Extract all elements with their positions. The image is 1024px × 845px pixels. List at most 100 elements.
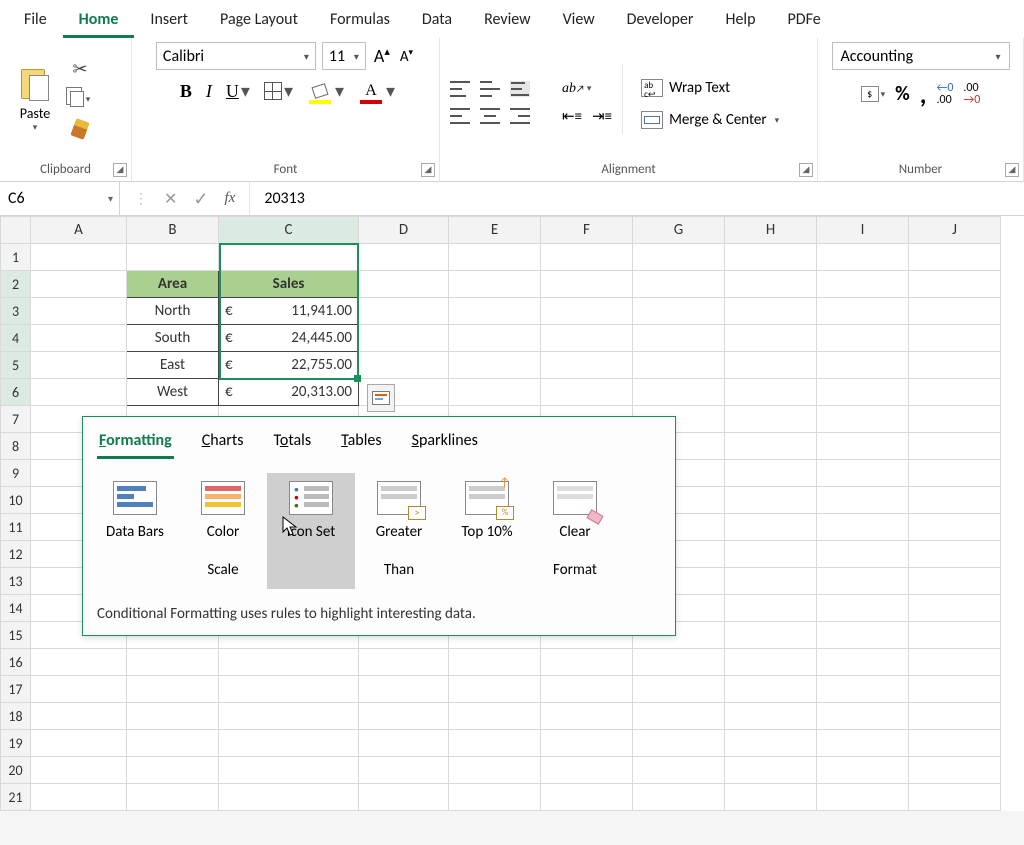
qa-item-clear-format[interactable]: ClearFormat: [531, 473, 619, 589]
align-left-button[interactable]: [450, 108, 470, 124]
align-center-button[interactable]: [480, 108, 500, 124]
row-header[interactable]: 14: [1, 595, 31, 622]
tab-formulas[interactable]: Formulas: [314, 4, 406, 35]
qa-item-greater-than[interactable]: > GreaterThan: [355, 473, 443, 589]
select-all-button[interactable]: [1, 217, 31, 244]
expand-formula-icon[interactable]: ⋮: [134, 190, 148, 207]
row-header[interactable]: 8: [1, 433, 31, 460]
col-header-B[interactable]: B: [127, 217, 219, 244]
fill-color-button[interactable]: ▾: [307, 80, 344, 102]
wrap-text-button[interactable]: abc↩ Wrap Text: [641, 79, 779, 97]
qa-item-data-bars[interactable]: Data Bars: [91, 473, 179, 589]
row-header[interactable]: 13: [1, 568, 31, 595]
row-header[interactable]: 21: [1, 784, 31, 811]
font-dialog-launcher[interactable]: ◢: [421, 163, 435, 177]
bold-button[interactable]: B: [180, 81, 192, 102]
qa-tab-formatting[interactable]: Formatting: [97, 427, 174, 459]
cell-C4[interactable]: €24,445.00: [219, 325, 359, 352]
percent-button[interactable]: %: [895, 82, 910, 106]
orientation-button[interactable]: ab↗▾: [562, 81, 591, 97]
row-header[interactable]: 1: [1, 244, 31, 271]
increase-decimal-button[interactable]: ←0.00: [936, 82, 953, 106]
tab-review[interactable]: Review: [468, 4, 547, 35]
col-header-A[interactable]: A: [31, 217, 127, 244]
tab-page-layout[interactable]: Page Layout: [204, 4, 314, 35]
row-header[interactable]: 17: [1, 676, 31, 703]
qa-item-icon-set[interactable]: ● ● ● Icon Set: [267, 473, 355, 589]
tab-pdf[interactable]: PDFe: [771, 4, 836, 35]
align-right-button[interactable]: [510, 108, 530, 124]
font-name-combo[interactable]: Calibri ▾: [156, 42, 316, 70]
cell-C3[interactable]: €11,941.00: [219, 298, 359, 325]
copy-button[interactable]: ▾: [66, 88, 94, 110]
row-header[interactable]: 6: [1, 379, 31, 406]
insert-function-button[interactable]: fx: [225, 190, 236, 207]
font-color-button[interactable]: A ▾: [358, 80, 395, 102]
decrease-decimal-button[interactable]: .00→0: [963, 82, 980, 106]
tab-insert[interactable]: Insert: [134, 4, 204, 35]
format-painter-button[interactable]: [66, 118, 94, 140]
worksheet-grid[interactable]: A B C D E F G H I J 1 2 Area Sales 3 Nor…: [0, 216, 1024, 811]
decrease-indent-button[interactable]: ⇤≡: [562, 107, 582, 126]
qa-tab-tables[interactable]: Tables: [339, 427, 384, 459]
increase-font-button[interactable]: A▴: [372, 45, 392, 67]
tab-view[interactable]: View: [547, 4, 611, 35]
col-header-J[interactable]: J: [909, 217, 1001, 244]
row-header[interactable]: 19: [1, 730, 31, 757]
col-header-G[interactable]: G: [633, 217, 725, 244]
cell-C5[interactable]: €22,755.00: [219, 352, 359, 379]
col-header-C[interactable]: C: [219, 217, 359, 244]
paste-button[interactable]: Paste ▾: [10, 65, 60, 133]
align-top-button[interactable]: [450, 81, 470, 97]
qa-item-color-scale[interactable]: ColorScale: [179, 473, 267, 589]
row-header[interactable]: 15: [1, 622, 31, 649]
col-header-E[interactable]: E: [449, 217, 541, 244]
row-header[interactable]: 4: [1, 325, 31, 352]
cell-B5[interactable]: East: [127, 352, 219, 379]
underline-button[interactable]: U▾: [226, 81, 250, 102]
row-header[interactable]: 9: [1, 460, 31, 487]
cancel-formula-button[interactable]: ✕: [164, 189, 177, 209]
cell-B3[interactable]: North: [127, 298, 219, 325]
tab-help[interactable]: Help: [709, 4, 771, 35]
qa-tab-totals[interactable]: Totals: [272, 427, 314, 459]
cell-B6[interactable]: West: [127, 379, 219, 406]
accounting-format-button[interactable]: $ ▾: [861, 86, 886, 102]
row-header[interactable]: 5: [1, 352, 31, 379]
row-header[interactable]: 20: [1, 757, 31, 784]
borders-button[interactable]: ▾: [264, 81, 293, 102]
row-header[interactable]: 10: [1, 487, 31, 514]
col-header-H[interactable]: H: [725, 217, 817, 244]
row-header[interactable]: 7: [1, 406, 31, 433]
comma-button[interactable]: ,: [920, 89, 927, 99]
clipboard-dialog-launcher[interactable]: ◢: [113, 163, 127, 177]
cell-C2[interactable]: Sales: [219, 271, 359, 298]
tab-file[interactable]: File: [8, 4, 63, 35]
merge-center-button[interactable]: Merge & Center ▾: [641, 111, 779, 129]
font-size-combo[interactable]: 11 ▾: [322, 42, 366, 70]
cell-B2[interactable]: Area: [127, 271, 219, 298]
enter-formula-button[interactable]: ✓: [193, 188, 208, 210]
italic-button[interactable]: I: [206, 81, 212, 102]
name-box[interactable]: C6 ▾: [0, 182, 120, 215]
align-middle-button[interactable]: [480, 81, 500, 97]
tab-home[interactable]: Home: [63, 4, 135, 38]
col-header-I[interactable]: I: [817, 217, 909, 244]
row-header[interactable]: 3: [1, 298, 31, 325]
tab-developer[interactable]: Developer: [611, 4, 710, 35]
increase-indent-button[interactable]: ⇥≡: [592, 107, 612, 126]
align-bottom-button[interactable]: [510, 81, 530, 97]
qa-item-top-10[interactable]: % ↑ Top 10%: [443, 473, 531, 589]
row-header[interactable]: 16: [1, 649, 31, 676]
row-header[interactable]: 11: [1, 514, 31, 541]
qa-tab-sparklines[interactable]: Sparklines: [410, 427, 480, 459]
number-format-combo[interactable]: Accounting ▾: [832, 42, 1010, 70]
col-header-F[interactable]: F: [541, 217, 633, 244]
formula-input[interactable]: 20313: [250, 189, 1024, 208]
cell-C6[interactable]: €20,313.00: [219, 379, 359, 406]
number-dialog-launcher[interactable]: ◢: [1005, 163, 1019, 177]
quick-analysis-button[interactable]: [367, 384, 395, 412]
cut-button[interactable]: ✂: [66, 58, 94, 80]
tab-data[interactable]: Data: [406, 4, 468, 35]
alignment-dialog-launcher[interactable]: ◢: [799, 163, 813, 177]
